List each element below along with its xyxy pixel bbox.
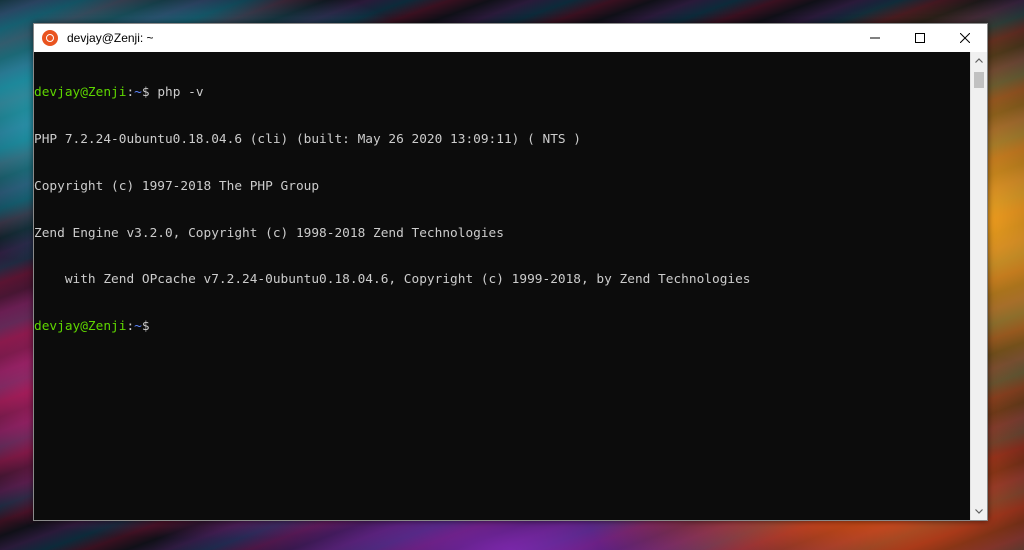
scroll-up-button[interactable]: [971, 52, 987, 69]
chevron-up-icon: [975, 58, 983, 63]
title-bar[interactable]: devjay@Zenji: ~: [34, 24, 987, 52]
prompt-path: ~: [134, 319, 142, 335]
minimize-button[interactable]: [852, 24, 897, 52]
terminal-output[interactable]: devjay@Zenji:~$ php -v PHP 7.2.24-0ubunt…: [34, 52, 971, 520]
minimize-icon: [869, 37, 880, 39]
prompt-symbol: $: [141, 85, 158, 101]
command-text: php -v: [157, 85, 204, 101]
terminal-line-output: PHP 7.2.24-0ubuntu0.18.04.6 (cli) (built…: [34, 131, 582, 147]
terminal-line-output: Copyright (c) 1997-2018 The PHP Group: [34, 178, 320, 194]
maximize-button[interactable]: [897, 24, 942, 52]
scroll-down-button[interactable]: [971, 503, 987, 520]
prompt-path: ~: [134, 85, 142, 101]
close-button[interactable]: [942, 24, 987, 52]
terminal-line-output: Zend Engine v3.2.0, Copyright (c) 1998-2…: [34, 225, 504, 241]
chevron-down-icon: [975, 509, 983, 514]
terminal-window: devjay@Zenji: ~ devjay@Zenji:~$ php -v P…: [33, 23, 988, 521]
prompt-symbol: $: [141, 319, 150, 335]
terminal-line-prompt: devjay@Zenji:~$ php -v: [34, 85, 971, 101]
prompt-separator: :: [126, 85, 135, 101]
window-controls: [852, 24, 987, 52]
ubuntu-logo-icon[interactable]: [42, 30, 58, 46]
terminal-line-output: with Zend OPcache v7.2.24-0ubuntu0.18.04…: [34, 272, 751, 288]
maximize-icon: [914, 33, 925, 43]
vertical-scrollbar[interactable]: [970, 52, 987, 520]
prompt-user: devjay@Zenji: [34, 319, 127, 335]
close-icon: [959, 33, 970, 43]
terminal-line-prompt: devjay@Zenji:~$: [34, 319, 971, 335]
prompt-separator: :: [126, 319, 135, 335]
scrollbar-thumb[interactable]: [974, 72, 984, 88]
window-title: devjay@Zenji: ~: [67, 31, 154, 45]
prompt-user: devjay@Zenji: [34, 85, 127, 101]
